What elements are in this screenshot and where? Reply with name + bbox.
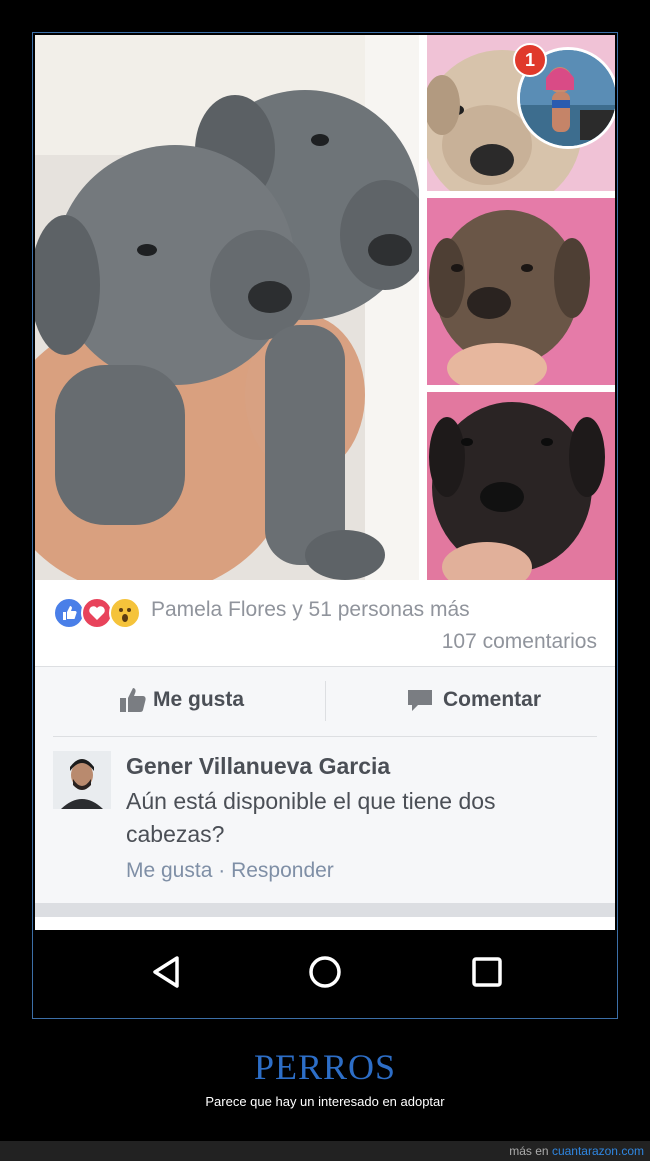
comment-button[interactable]: Comentar bbox=[405, 667, 541, 733]
android-navigation-bar bbox=[35, 930, 615, 1016]
wow-icon bbox=[109, 597, 141, 629]
phone-screenshot-frame: 1 Pamela Flores y 51 personas más 107 co… bbox=[32, 32, 618, 1019]
footer-prefix: más en bbox=[509, 1144, 552, 1158]
home-icon[interactable] bbox=[305, 952, 345, 992]
list-separator bbox=[35, 903, 615, 917]
back-icon[interactable] bbox=[147, 952, 187, 992]
notification-badge: 1 bbox=[513, 43, 547, 77]
comment-like-link[interactable]: Me gusta bbox=[126, 859, 212, 882]
comment-icon bbox=[405, 685, 435, 715]
comment-reply-link[interactable]: Responder bbox=[231, 859, 334, 882]
footer-text: más en cuantarazon.com bbox=[509, 1144, 644, 1158]
footer-site-link[interactable]: cuantarazon.com bbox=[552, 1144, 644, 1158]
post-action-bar: Me gusta Comentar bbox=[35, 667, 615, 737]
comment-actions: Me gusta · Responder bbox=[126, 859, 334, 883]
like-button-label: Me gusta bbox=[153, 688, 245, 711]
caption-subtitle: Parece que hay un interesado en adoptar bbox=[205, 1094, 445, 1109]
comments-count[interactable]: 107 comentarios bbox=[442, 630, 597, 654]
comment-author[interactable]: Gener Villanueva Garcia bbox=[126, 753, 390, 780]
comment: Gener Villanueva Garcia Aún está disponi… bbox=[35, 737, 615, 909]
reactions-text[interactable]: Pamela Flores y 51 personas más bbox=[151, 598, 470, 622]
comment-text: Aún está disponible el que tiene dos cab… bbox=[126, 788, 496, 847]
post-photo-thumb-2[interactable] bbox=[427, 198, 615, 385]
thumbs-up-icon bbox=[117, 684, 149, 716]
facebook-post-screen: 1 Pamela Flores y 51 personas más 107 co… bbox=[35, 35, 615, 930]
comment-button-label: Comentar bbox=[443, 688, 542, 711]
reaction-icons bbox=[53, 597, 143, 629]
post-photo-main[interactable] bbox=[35, 35, 419, 580]
site-footer: más en cuantarazon.com bbox=[0, 1141, 650, 1161]
comment-action-separator: · bbox=[212, 859, 232, 882]
recent-apps-icon[interactable] bbox=[467, 952, 507, 992]
caption-title: PERROS bbox=[253, 1047, 397, 1087]
like-button[interactable]: Me gusta bbox=[117, 667, 244, 733]
reactions-summary[interactable]: Pamela Flores y 51 personas más 107 come… bbox=[35, 580, 615, 666]
commenter-avatar[interactable] bbox=[53, 751, 111, 809]
post-photo-thumb-3[interactable] bbox=[427, 392, 615, 580]
action-separator bbox=[325, 681, 326, 721]
